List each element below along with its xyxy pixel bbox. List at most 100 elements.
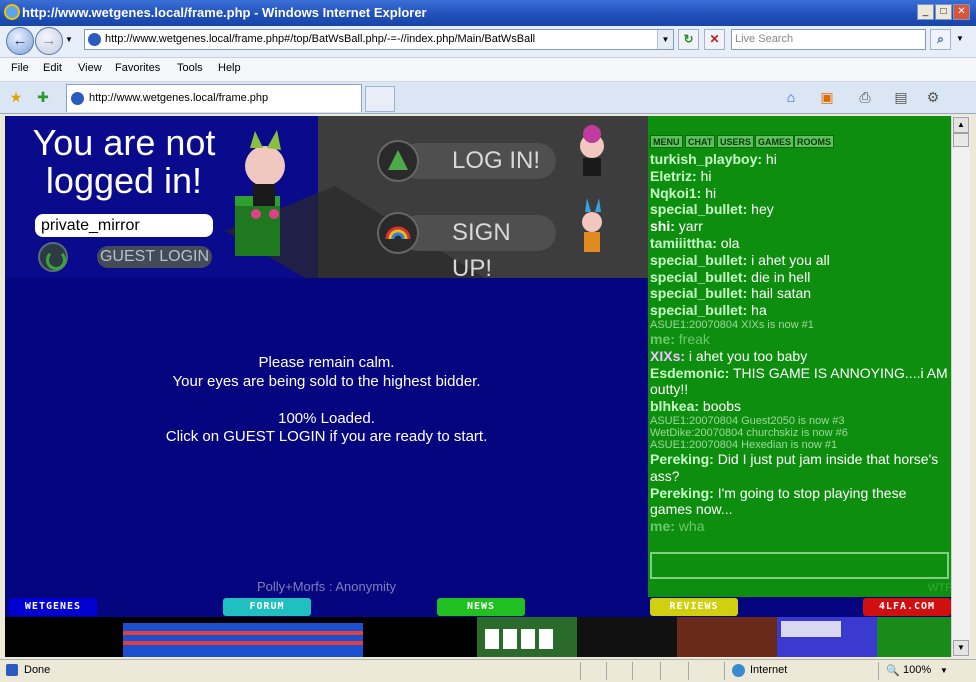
- chat-text: hail satan: [747, 285, 812, 302]
- chat-tab-rooms[interactable]: ROOMS: [794, 135, 835, 148]
- refresh-name-icon[interactable]: [38, 242, 68, 272]
- chat-nick: special_bullet:: [650, 285, 748, 302]
- wtf-label[interactable]: WTF: [928, 582, 951, 594]
- ad-strip[interactable]: [5, 617, 951, 657]
- chat-line: tamiiittha: ola: [650, 235, 948, 252]
- chat-nick: me:: [650, 330, 675, 347]
- address-dropdown-icon[interactable]: ▼: [657, 30, 673, 49]
- login-banner: You are not logged in! private_mirror GU…: [5, 116, 648, 282]
- tools-gear-icon[interactable]: ⚙: [924, 88, 942, 106]
- vertical-scrollbar[interactable]: ▲ ▼: [951, 116, 970, 657]
- window-title: http://www.wetgenes.local/frame.php - Wi…: [22, 5, 427, 20]
- search-input[interactable]: Live Search: [731, 29, 926, 50]
- chat-line: Pereking: Did I just put jam inside that…: [650, 451, 948, 485]
- title-line-1: You are not: [32, 122, 216, 163]
- zoom-icon[interactable]: 🔍: [886, 664, 900, 677]
- chat-nick: Pereking:: [650, 450, 714, 467]
- chat-text: wha: [674, 518, 705, 535]
- chat-text: hi: [762, 151, 777, 167]
- game-footer: Polly+Morfs : Anonymity: [256, 579, 397, 594]
- page-menu-icon[interactable]: ▤: [892, 88, 910, 106]
- close-button[interactable]: ✕: [953, 4, 970, 20]
- maximize-button[interactable]: □: [935, 4, 952, 20]
- zoom-dropdown-icon[interactable]: ▼: [940, 666, 948, 675]
- home-icon[interactable]: ⌂: [782, 88, 800, 106]
- chat-nick: Eletriz:: [650, 167, 697, 184]
- search-options-icon[interactable]: ▼: [956, 34, 964, 43]
- page-icon: [71, 92, 84, 105]
- chat-text: freak: [674, 330, 710, 347]
- chat-text: ha: [747, 302, 767, 319]
- chat-line: blhkea: boobs: [650, 398, 948, 415]
- menu-tools[interactable]: Tools: [177, 62, 203, 74]
- chat-text: i ahet you too baby: [685, 347, 808, 364]
- chat-line-me: me: wha: [650, 518, 948, 535]
- menu-edit[interactable]: Edit: [43, 62, 62, 74]
- search-icon[interactable]: ⌕: [930, 29, 951, 50]
- tab-bar: ★ ✚ http://www.wetgenes.local/frame.php …: [0, 82, 976, 114]
- chat-tab-users[interactable]: USERS: [717, 135, 755, 148]
- page-content: You are not logged in! private_mirror GU…: [5, 116, 951, 657]
- status-text: Done: [24, 664, 51, 676]
- chat-line: Esdemonic: THIS GAME IS ANNOYING....i AM…: [650, 365, 948, 399]
- status-divider: [688, 662, 689, 680]
- signup-button[interactable]: SIGN UP!: [400, 215, 556, 282]
- nav-reviews[interactable]: REVIEWS: [650, 598, 738, 616]
- menu-bar: File Edit View Favorites Tools Help: [0, 58, 976, 82]
- message-line-3: 100% Loaded.: [278, 409, 375, 427]
- address-field[interactable]: http://www.wetgenes.local/frame.php#/top…: [84, 29, 674, 50]
- zoom-level[interactable]: 100%: [903, 664, 931, 676]
- feeds-icon[interactable]: ▣: [818, 88, 836, 106]
- login-tree-icon[interactable]: [377, 140, 419, 182]
- status-divider: [724, 662, 725, 680]
- back-button[interactable]: ←: [6, 27, 34, 55]
- chat-tab-games[interactable]: GAMES: [755, 135, 795, 148]
- chat-nick: Esdemonic:: [650, 364, 730, 381]
- system-message: ASUE1:20070804 XIXs is now #1: [650, 318, 814, 331]
- nav-4lfa[interactable]: 4LFA.COM: [863, 598, 951, 616]
- chat-tab-menu[interactable]: MENU: [650, 135, 683, 148]
- scroll-down-icon[interactable]: ▼: [953, 640, 969, 656]
- new-tab-button[interactable]: [365, 86, 395, 112]
- nav-wetgenes[interactable]: WETGENES: [9, 598, 97, 616]
- menu-favorites[interactable]: Favorites: [115, 62, 160, 74]
- add-favorite-icon[interactable]: ✚: [34, 88, 52, 106]
- nav-news[interactable]: NEWS: [437, 598, 525, 616]
- status-divider: [632, 662, 633, 680]
- chat-panel: MENU CHAT USERS GAMES ROOMS turkish_play…: [648, 116, 951, 597]
- login-button[interactable]: LOG IN!: [400, 143, 556, 179]
- rainbow-icon: [385, 226, 411, 240]
- chat-line: special_bullet: hey: [650, 201, 948, 218]
- nav-forum[interactable]: FORUM: [223, 598, 311, 616]
- chat-nick: special_bullet:: [650, 302, 748, 319]
- menu-file[interactable]: File: [11, 62, 29, 74]
- refresh-button[interactable]: ↻: [678, 29, 699, 50]
- username-field[interactable]: private_mirror: [35, 214, 213, 237]
- scroll-thumb[interactable]: [953, 133, 969, 147]
- chat-text: hi: [696, 167, 712, 184]
- tab-current[interactable]: http://www.wetgenes.local/frame.php: [66, 84, 362, 112]
- chat-input[interactable]: [650, 552, 949, 579]
- print-icon[interactable]: ⎙: [856, 88, 874, 106]
- guest-login-button[interactable]: GUEST LOGIN: [97, 246, 212, 268]
- history-dropdown-icon[interactable]: ▼: [65, 35, 73, 44]
- status-divider: [878, 662, 879, 680]
- favorites-star-icon[interactable]: ★: [7, 88, 25, 106]
- chat-text: hey: [747, 201, 774, 218]
- forward-button[interactable]: →: [35, 27, 63, 55]
- minimize-button[interactable]: _: [917, 4, 934, 20]
- chat-nick: tamiiittha:: [650, 234, 717, 251]
- chat-nick: special_bullet:: [650, 201, 748, 218]
- address-toolbar: ← → ▼ http://www.wetgenes.local/frame.ph…: [0, 26, 976, 58]
- menu-view[interactable]: View: [78, 62, 102, 74]
- stop-button[interactable]: ✕: [704, 29, 725, 50]
- search-placeholder: Live Search: [735, 33, 794, 45]
- chat-text: die in hell: [747, 268, 811, 285]
- scroll-up-icon[interactable]: ▲: [953, 117, 969, 133]
- menu-help[interactable]: Help: [218, 62, 241, 74]
- address-url: http://www.wetgenes.local/frame.php#/top…: [105, 33, 536, 45]
- tree-icon: [388, 150, 408, 170]
- signup-rainbow-icon[interactable]: [377, 212, 419, 254]
- chat-tab-chat[interactable]: CHAT: [685, 135, 716, 148]
- title-line-2: logged in!: [45, 160, 203, 201]
